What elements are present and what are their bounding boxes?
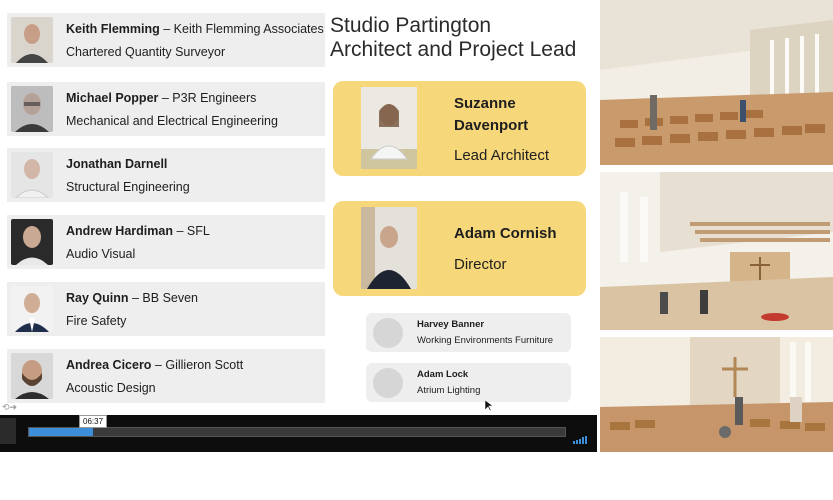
consultant-name: Andrea Cicero xyxy=(66,358,152,372)
consultant-card-ray-quinn: Ray Quinn – BB Seven Fire Safety xyxy=(7,282,325,336)
suzanne-davenport-photo xyxy=(361,87,417,169)
avatar-placeholder xyxy=(373,318,403,348)
consultant-name: Keith Flemming xyxy=(66,22,160,36)
studio-name: Studio Partington xyxy=(330,14,492,37)
name-separator: – xyxy=(158,91,173,105)
adam-cornish-photo xyxy=(361,207,417,289)
consultant-role: Structural Engineering xyxy=(66,180,190,194)
lead-card-suzanne-davenport: Suzanne Davenport Lead Architect xyxy=(333,81,586,176)
consultant-company: Gillieron Scott xyxy=(165,358,244,372)
consultant-name: Michael Popper xyxy=(66,91,159,105)
ray-quinn-photo xyxy=(11,286,53,332)
studio-subtitle: Architect and Project Lead xyxy=(330,38,577,61)
supplier-card-adam-lock: Adam Lock Atrium Lighting xyxy=(366,363,571,402)
michael-popper-photo xyxy=(11,86,53,132)
lead-name-line2: Davenport xyxy=(454,117,529,134)
avatar-placeholder xyxy=(373,368,403,398)
supplier-role: Atrium Lighting xyxy=(417,385,481,396)
seek-bar[interactable] xyxy=(28,427,566,437)
supplier-name: Adam Lock xyxy=(417,369,469,380)
keith-flemming-photo xyxy=(11,17,53,63)
lead-role: Lead Architect xyxy=(454,147,550,164)
consultant-name: Jonathan Darnell xyxy=(66,157,168,171)
lead-card-adam-cornish: Adam Cornish Director xyxy=(333,201,586,296)
consultant-card-keith-flemming: Keith Flemming – Keith Flemming Associat… xyxy=(7,13,325,67)
lead-name: Adam Cornish xyxy=(454,225,557,242)
consultant-card-michael-popper: Michael Popper – P3R Engineers Mechanica… xyxy=(7,82,325,136)
andrew-hardiman-photo xyxy=(11,219,53,265)
volume-icon[interactable] xyxy=(573,426,588,444)
rewind-icon[interactable]: ⟲ xyxy=(2,402,10,412)
jonathan-darnell-photo xyxy=(11,152,53,198)
consultant-role: Chartered Quantity Surveyor xyxy=(66,45,226,59)
consultant-card-jonathan-darnell: Jonathan Darnell Structural Engineering xyxy=(7,148,325,202)
consultant-role: Audio Visual xyxy=(66,247,136,261)
lead-name-line1: Suzanne xyxy=(454,95,516,112)
consultant-name: Andrew Hardiman xyxy=(66,224,173,238)
video-player-controls: 06:37 xyxy=(0,415,597,452)
forward-icon[interactable]: ➜ xyxy=(10,402,18,412)
name-separator: – xyxy=(128,291,143,305)
lead-name: Suzanne Davenport xyxy=(454,93,528,137)
lead-role: Director xyxy=(454,256,507,273)
current-time-tooltip: 06:37 xyxy=(79,415,108,428)
auditorium-rendering-2 xyxy=(600,172,833,330)
auditorium-rendering-1 xyxy=(600,0,833,165)
mouse-cursor-icon xyxy=(485,400,493,412)
studio-title: Studio Partington Architect and Project … xyxy=(330,14,576,62)
supplier-role: Working Environments Furniture xyxy=(417,335,554,346)
consultant-role: Acoustic Design xyxy=(66,381,156,395)
name-separator: – xyxy=(159,22,174,36)
auditorium-rendering-3 xyxy=(600,337,833,452)
consultant-role: Fire Safety xyxy=(66,314,127,328)
supplier-card-harvey-banner: Harvey Banner Working Environments Furni… xyxy=(366,313,571,352)
consultant-role: Mechanical and Electrical Engineering xyxy=(66,114,278,128)
consultant-card-andrea-cicero: Andrea Cicero – Gillieron Scott Acoustic… xyxy=(7,349,325,403)
seek-bar-progress xyxy=(29,428,94,436)
consultant-card-andrew-hardiman: Andrew Hardiman – SFL Audio Visual xyxy=(7,215,325,269)
presentation-slide: Keith Flemming – Keith Flemming Associat… xyxy=(0,0,597,415)
consultant-company: Keith Flemming Associates xyxy=(173,22,324,36)
consultant-name: Ray Quinn xyxy=(66,291,129,305)
name-separator: – xyxy=(151,358,166,372)
seek-icons[interactable]: ⟲➜ xyxy=(2,402,17,413)
consultant-company: SFL xyxy=(186,224,210,238)
consultant-company: BB Seven xyxy=(142,291,199,305)
consultant-company: P3R Engineers xyxy=(172,91,257,105)
name-separator: – xyxy=(172,224,187,238)
andrea-cicero-photo xyxy=(11,353,53,399)
play-button[interactable] xyxy=(0,418,16,444)
supplier-name: Harvey Banner xyxy=(417,319,485,330)
